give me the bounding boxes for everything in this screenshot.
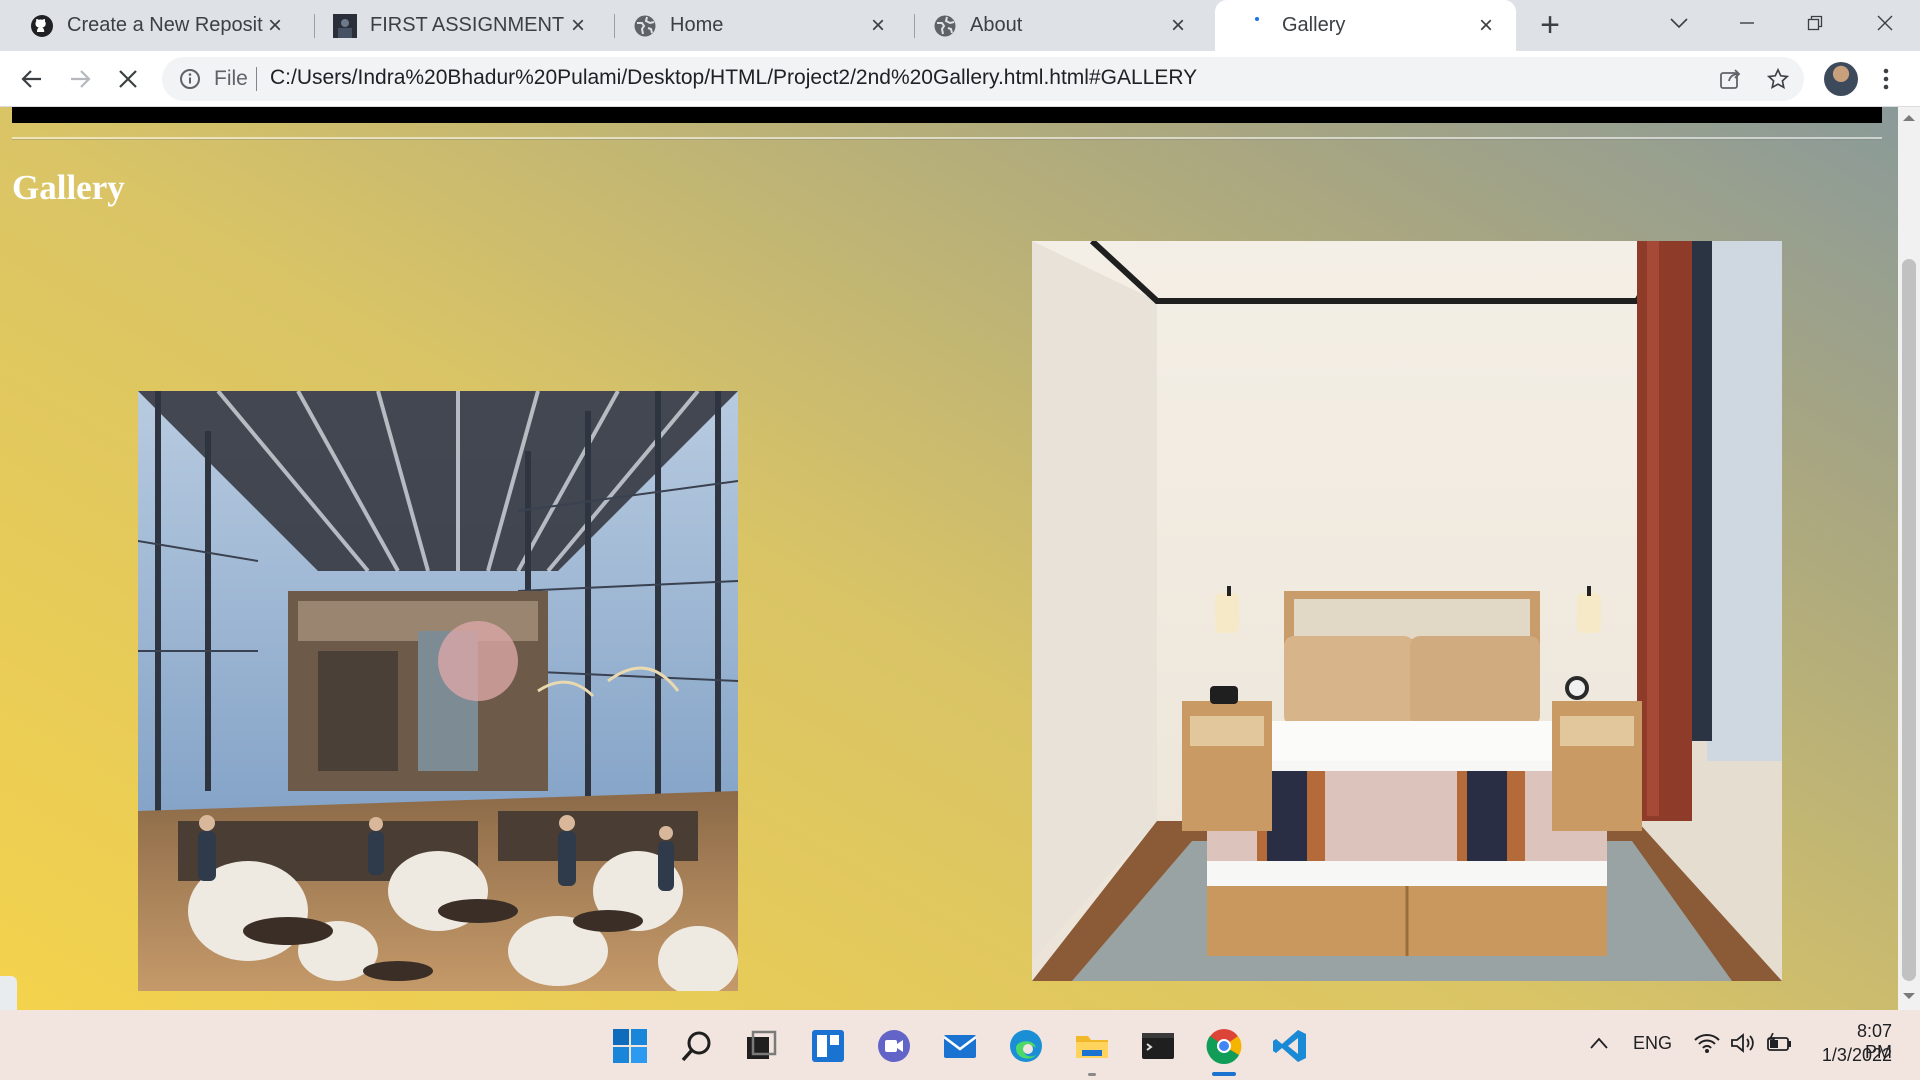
widgets-icon[interactable] xyxy=(808,1026,848,1066)
browser-toolbar: File C:/Users/Indra%20Bhadur%20Pulami/De… xyxy=(0,51,1920,107)
tab-title: Gallery xyxy=(1282,14,1346,36)
top-black-bar xyxy=(12,107,1882,123)
chat-icon[interactable] xyxy=(874,1026,914,1066)
page-viewport: Gallery xyxy=(0,107,1898,1010)
more-vertical-icon xyxy=(1883,68,1889,90)
wifi-icon[interactable] xyxy=(1694,1032,1720,1059)
back-button[interactable] xyxy=(16,63,48,95)
stop-icon xyxy=(119,70,137,88)
running-app-indicator xyxy=(1088,1073,1096,1076)
close-icon[interactable]: × xyxy=(1166,13,1190,38)
stop-loading-button[interactable] xyxy=(112,63,144,95)
menu-button[interactable] xyxy=(1870,63,1902,95)
volume-icon[interactable] xyxy=(1730,1032,1756,1059)
bookmark-button[interactable] xyxy=(1762,63,1794,95)
close-icon[interactable]: × xyxy=(866,13,890,38)
edge-icon[interactable] xyxy=(1006,1026,1046,1066)
arrow-left-icon xyxy=(21,70,41,88)
tab-search-button[interactable] xyxy=(1650,0,1708,45)
scroll-down-arrow-icon[interactable] xyxy=(1903,993,1915,999)
task-view-icon[interactable] xyxy=(741,1026,781,1066)
corner-tab xyxy=(0,976,17,1010)
page-title: Gallery xyxy=(12,168,125,207)
globe-icon xyxy=(633,14,657,38)
github-icon xyxy=(30,14,54,38)
bedroom-photo xyxy=(1032,241,1782,981)
close-icon[interactable]: × xyxy=(263,13,287,38)
avatar[interactable] xyxy=(1824,62,1858,96)
address-bar[interactable]: File C:/Users/Indra%20Bhadur%20Pulami/De… xyxy=(162,57,1804,101)
tab-home[interactable]: Home × xyxy=(603,0,908,51)
restore-button[interactable] xyxy=(1786,0,1844,45)
info-icon[interactable] xyxy=(178,67,202,91)
url-text[interactable]: C:/Users/Indra%20Bhadur%20Pulami/Desktop… xyxy=(270,66,1197,90)
clock-date[interactable]: 1/3/2022 xyxy=(1820,1045,1892,1066)
close-icon[interactable]: × xyxy=(566,13,590,38)
minimize-icon xyxy=(1740,21,1754,24)
tab-about[interactable]: About × xyxy=(903,0,1208,51)
tab-create-repository[interactable]: Create a New Repository × xyxy=(0,0,305,51)
tab-title: FIRST ASSIGNMENT xyxy=(370,14,565,36)
photo-thumbnail-icon xyxy=(333,13,357,38)
forward-button[interactable] xyxy=(64,63,96,95)
chrome-icon[interactable] xyxy=(1204,1026,1244,1066)
file-explorer-icon[interactable] xyxy=(1072,1026,1112,1066)
mail-icon[interactable] xyxy=(940,1026,980,1066)
close-icon xyxy=(1877,15,1893,30)
tab-title: Create a New Repository xyxy=(67,14,263,36)
active-app-indicator xyxy=(1212,1072,1236,1076)
star-icon xyxy=(1767,68,1789,89)
search-icon[interactable] xyxy=(677,1026,717,1066)
close-icon[interactable]: × xyxy=(1474,13,1498,38)
windows-start-icon[interactable] xyxy=(610,1026,650,1066)
language-indicator[interactable]: ENG xyxy=(1633,1033,1672,1054)
close-window-button[interactable] xyxy=(1856,0,1914,45)
scroll-up-arrow-icon[interactable] xyxy=(1903,115,1915,121)
scheme-label: File xyxy=(214,67,248,90)
globe-icon xyxy=(933,14,957,38)
horizontal-rule xyxy=(12,137,1882,140)
share-button[interactable] xyxy=(1714,63,1746,95)
tab-gallery[interactable]: Gallery × xyxy=(1215,0,1516,51)
share-icon xyxy=(1720,69,1741,89)
new-tab-button[interactable]: + xyxy=(1534,8,1566,42)
tab-strip: Create a New Repository × FIRST ASSIGNME… xyxy=(0,0,1920,51)
terminal-icon[interactable] xyxy=(1138,1026,1178,1066)
loading-icon xyxy=(1245,14,1269,38)
windows-taskbar: ENG 8:07 PM 1/3/2022 xyxy=(0,1010,1920,1080)
chevron-down-icon xyxy=(1670,17,1688,28)
arrow-right-icon xyxy=(71,70,91,88)
tab-title: Home xyxy=(670,14,724,36)
vscode-icon[interactable] xyxy=(1270,1026,1310,1066)
restore-icon xyxy=(1807,15,1823,30)
tab-title: About xyxy=(970,14,1023,36)
restaurant-photo xyxy=(138,391,738,991)
page-scrollbar[interactable] xyxy=(1898,107,1920,1010)
minimize-button[interactable] xyxy=(1718,0,1776,45)
scroll-thumb[interactable] xyxy=(1902,259,1916,981)
divider xyxy=(256,67,257,91)
show-hidden-icons-chevron-icon[interactable] xyxy=(1589,1036,1609,1055)
tab-first-assignment[interactable]: FIRST ASSIGNMENT × xyxy=(303,0,608,51)
battery-icon[interactable] xyxy=(1764,1032,1792,1058)
